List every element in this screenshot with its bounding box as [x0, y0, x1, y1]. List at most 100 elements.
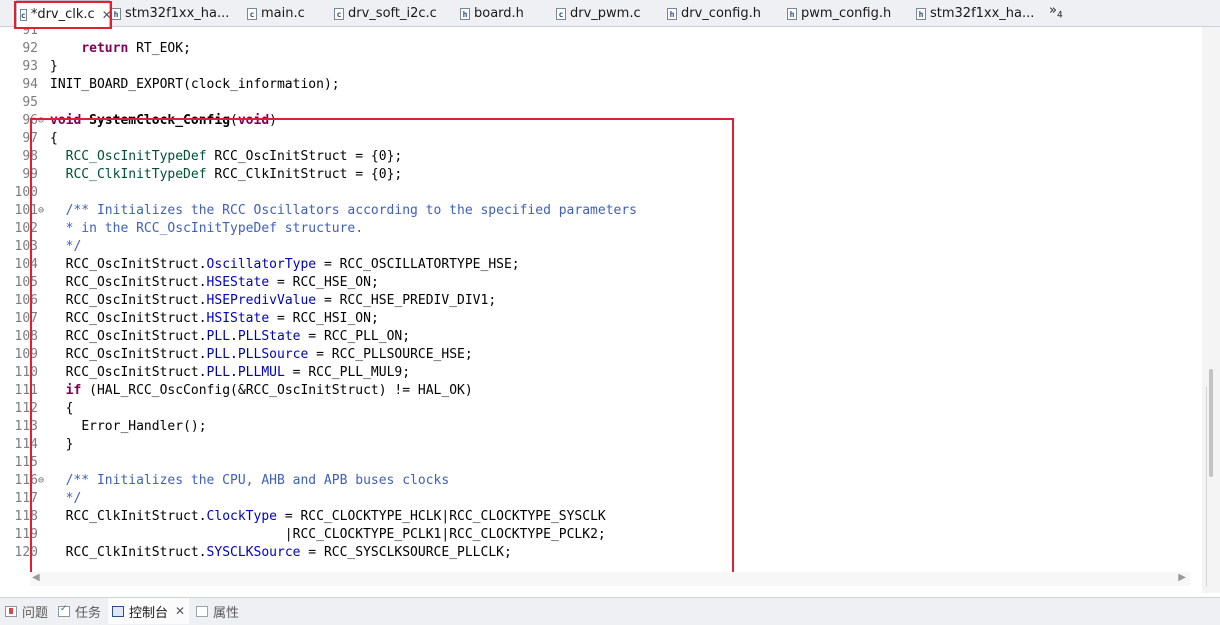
horizontal-scrollbar[interactable]: ◀ ▶ [30, 572, 1190, 586]
fold-toggle-icon[interactable]: ⊖ [38, 202, 44, 220]
code-line[interactable]: 111 if (HAL_RCC_OscConfig(&RCC_OscInitSt… [0, 382, 1200, 400]
code-line[interactable]: 92 return RT_EOK; [0, 40, 1200, 58]
line-number: 117 [14, 491, 38, 506]
code-line[interactable]: 108 RCC_OscInitStruct.PLL.PLLState = RCC… [0, 328, 1200, 346]
line-number: 106 [14, 293, 38, 308]
code-line[interactable]: 103 */ [0, 238, 1200, 256]
tab-drv-config-h[interactable]: h drv_config.h [667, 0, 761, 27]
code-line[interactable]: 102 * in the RCC_OscInitTypeDef structur… [0, 220, 1200, 238]
line-text: RCC_OscInitTypeDef RCC_OscInitStruct = {… [65, 149, 403, 164]
code-lines: 91 92 return RT_EOK; 93} 94 INIT_BOARD_EXPOR… [0, 27, 1200, 562]
properties-icon [196, 605, 208, 617]
code-line[interactable]: 95 [0, 94, 1200, 112]
line-text: RCC_OscInitStruct.OscillatorType = RCC_O… [65, 257, 520, 272]
tab-drv-soft-i2c-c[interactable]: c drv_soft_i2c.c [334, 0, 437, 27]
code-line[interactable]: 113 Error_Handler(); [0, 418, 1200, 436]
code-line[interactable]: 101 ⊖ /** Initializes the RCC Oscillators… [0, 202, 1200, 220]
tab-label: main.c [261, 6, 305, 21]
line-text: RCC_OscInitStruct.HSEPredivValue = RCC_H… [65, 293, 497, 308]
line-text: if (HAL_RCC_OscConfig(&RCC_OscInitStruct… [65, 383, 473, 398]
code-line[interactable]: 91 [0, 27, 1200, 40]
tab-drv-clk-c[interactable]: c *drv_clk.c ✕ [16, 0, 112, 28]
code-editor[interactable]: 91 92 return RT_EOK; 93} 94 INIT_BOARD_EXPOR… [0, 27, 1220, 593]
code-line[interactable]: 97 { [0, 130, 1200, 148]
tab-label: pwm_config.h [801, 6, 892, 21]
line-number: 109 [14, 347, 38, 362]
tab-properties[interactable]: 属性 [196, 598, 239, 624]
code-line[interactable]: 104 RCC_OscInitStruct.OscillatorType = R… [0, 256, 1200, 274]
code-line[interactable]: 115 [0, 454, 1200, 472]
line-number: 104 [14, 257, 38, 272]
line-text: RCC_ClkInitStruct.SYSCLKSource = RCC_SYS… [65, 545, 512, 560]
tab-main-c[interactable]: c main.c [247, 0, 305, 27]
code-line[interactable]: 94 INIT_BOARD_EXPORT(clock_information); [0, 76, 1200, 94]
tab-label: drv_pwm.c [570, 6, 641, 21]
line-number: 94 [22, 77, 38, 92]
c-file-icon: c [20, 8, 27, 21]
code-line[interactable]: 114 } [0, 436, 1200, 454]
overflow-count: 4 [1056, 10, 1063, 21]
code-line[interactable]: 93} [0, 58, 1200, 76]
tab-board-h[interactable]: h board.h [460, 0, 524, 27]
line-number: 95 [22, 95, 38, 110]
tab-label: *drv_clk.c [30, 7, 95, 22]
tab-drv-pwm-c[interactable]: c drv_pwm.c [556, 0, 641, 27]
line-text: |RCC_CLOCKTYPE_PCLK1|RCC_CLOCKTYPE_PCLK2… [50, 527, 606, 542]
tasks-icon [58, 604, 70, 617]
scroll-left-icon[interactable]: ◀ [32, 572, 40, 583]
line-text: RCC_OscInitStruct.HSIState = RCC_HSI_ON; [65, 311, 379, 326]
scroll-right-icon[interactable]: ▶ [1178, 572, 1186, 583]
code-line[interactable]: 117 */ [0, 490, 1200, 508]
line-text: void SystemClock_Config(void) [50, 113, 277, 128]
editor-tab-bar: c *drv_clk.c ✕ h stm32f1xx_ha... c main.… [0, 0, 1220, 28]
tab-label: 任务 [75, 605, 102, 621]
code-line[interactable]: 98 RCC_OscInitTypeDef RCC_OscInitStruct … [0, 148, 1200, 166]
line-text: /** Initializes the CPU, AHB and APB bus… [50, 473, 450, 488]
code-line[interactable]: 106 RCC_OscInitStruct.HSEPredivValue = R… [0, 292, 1200, 310]
code-line[interactable]: 107 RCC_OscInitStruct.HSIState = RCC_HSI… [0, 310, 1200, 328]
tab-tasks[interactable]: 任务 [58, 598, 101, 624]
c-file-icon: c [556, 7, 566, 20]
line-number: 98 [22, 149, 38, 164]
line-text: * in the RCC_OscInitTypeDef structure. [50, 221, 364, 236]
console-icon [112, 605, 124, 617]
line-number: 99 [22, 167, 38, 182]
code-line[interactable]: 99 RCC_ClkInitTypeDef RCC_ClkInitStruct … [0, 166, 1200, 184]
tab-label: drv_config.h [681, 6, 761, 21]
tab-stm32f1xx-ha-2[interactable]: h stm32f1xx_ha... [916, 0, 1034, 27]
code-line[interactable]: 110 RCC_OscInitStruct.PLL.PLLMUL = RCC_P… [0, 364, 1200, 382]
code-line[interactable]: 116 ⊖ /** Initializes the CPU, AHB and AP… [0, 472, 1200, 490]
vertical-scrollbar[interactable] [1202, 27, 1220, 593]
line-text: /** Initializes the RCC Oscillators acco… [50, 203, 637, 218]
code-line[interactable]: 105 RCC_OscInitStruct.HSEState = RCC_HSE… [0, 274, 1200, 292]
line-text: RCC_OscInitStruct.PLL.PLLMUL = RCC_PLL_M… [65, 365, 411, 380]
code-line[interactable]: 100 [0, 184, 1200, 202]
code-line[interactable]: 118 RCC_ClkInitStruct.ClockType = RCC_CL… [0, 508, 1200, 526]
line-number: 120 [14, 545, 38, 560]
fold-toggle-icon[interactable]: ⊖ [38, 112, 44, 130]
code-line[interactable]: 112 { [0, 400, 1200, 418]
code-line[interactable]: 119 |RCC_CLOCKTYPE_PCLK1|RCC_CLOCKTYPE_P… [0, 526, 1200, 544]
line-number: 102 [14, 221, 38, 236]
h-file-icon: h [787, 7, 797, 20]
code-line[interactable]: 120 RCC_ClkInitStruct.SYSCLKSource = RCC… [0, 544, 1200, 562]
line-number: 108 [14, 329, 38, 344]
tab-console[interactable]: 控制台 ✕ [108, 598, 190, 624]
line-number: 119 [14, 527, 38, 542]
c-file-icon: c [247, 7, 257, 20]
fold-toggle-icon[interactable]: ⊖ [38, 472, 44, 490]
tab-problems[interactable]: 问题 [5, 598, 48, 624]
close-icon[interactable]: ✕ [175, 604, 185, 618]
code-line[interactable]: 96 ⊖ void SystemClock_Config(void) [0, 112, 1200, 130]
tab-overflow-button[interactable]: »4 [1049, 3, 1063, 21]
line-text: Error_Handler(); [81, 419, 207, 434]
code-line[interactable]: 109 RCC_OscInitStruct.PLL.PLLSource = RC… [0, 346, 1200, 364]
tab-stm32f1xx-ha-1[interactable]: h stm32f1xx_ha... [111, 0, 229, 27]
line-text: INIT_BOARD_EXPORT(clock_information); [50, 77, 340, 92]
line-number: 113 [14, 419, 38, 434]
line-number: 116 [14, 473, 38, 488]
line-text: RCC_OscInitStruct.HSEState = RCC_HSE_ON; [65, 275, 379, 290]
line-number: 92 [22, 41, 38, 56]
scrollbar-thumb[interactable] [1209, 369, 1213, 477]
tab-pwm-config-h[interactable]: h pwm_config.h [787, 0, 891, 27]
